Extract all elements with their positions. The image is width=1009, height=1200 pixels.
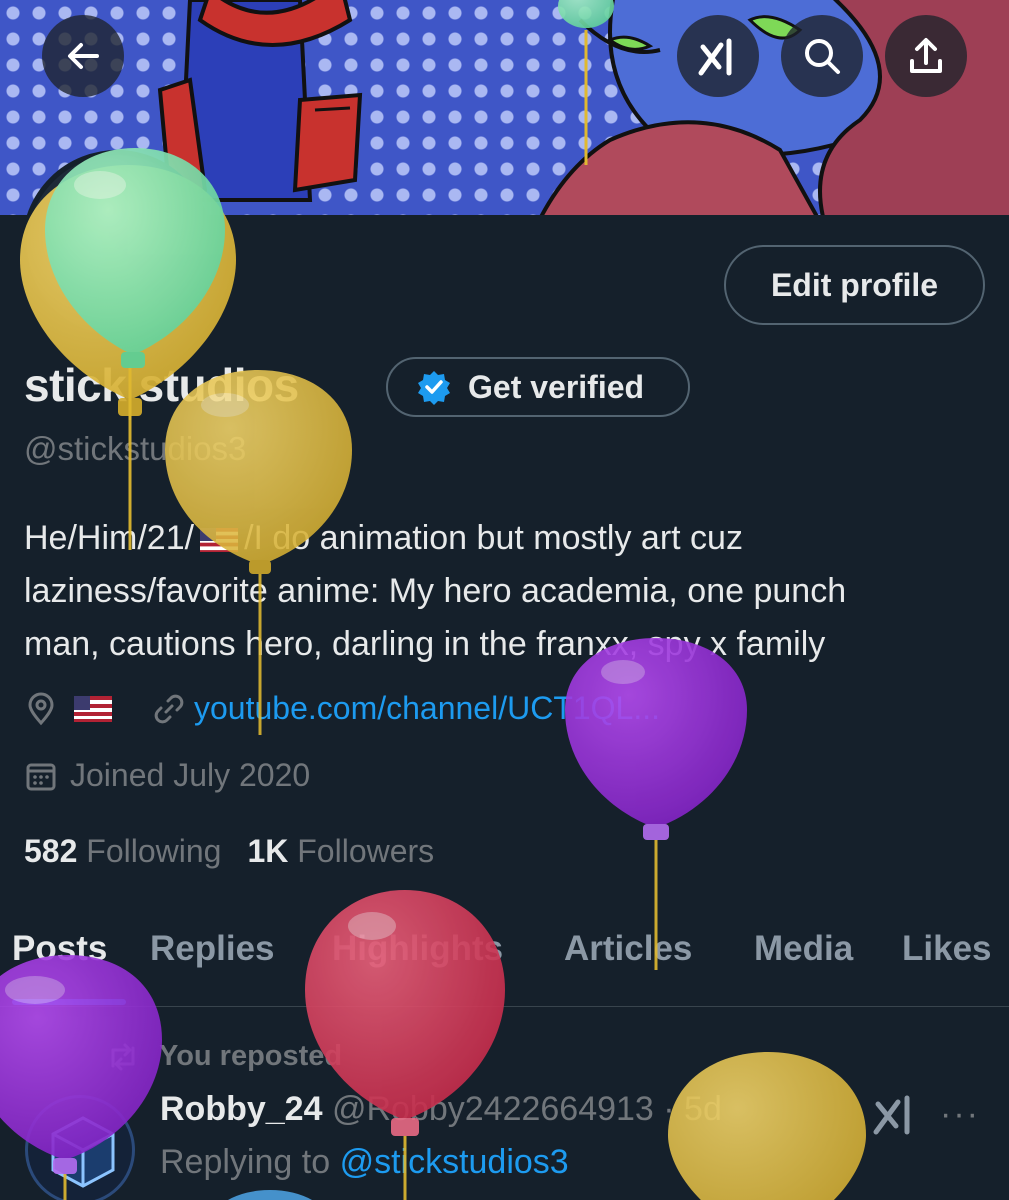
followers-label: Followers	[297, 833, 435, 869]
search-icon	[805, 39, 840, 74]
bio-text: He/Him/21/	[24, 519, 195, 557]
post-header: Robby_24 @Robby24226649​13 · 5d	[160, 1090, 722, 1129]
search-button[interactable]	[781, 15, 863, 97]
post-author-avatar[interactable]	[25, 1095, 135, 1200]
following-label: Following	[86, 833, 222, 869]
tab-replies[interactable]: Replies	[150, 929, 275, 969]
location-icon	[28, 692, 54, 725]
arrow-left-icon	[68, 43, 99, 69]
share-icon	[910, 38, 942, 73]
replying-handle-link[interactable]: @stickstudios3	[340, 1143, 569, 1181]
following-count: 582	[24, 833, 78, 869]
grok-icon	[698, 38, 732, 76]
profile-bio: He/Him/21/ /I do animation but mostly art…	[24, 512, 984, 671]
cube-logo-icon	[51, 1116, 115, 1188]
grok-icon	[873, 1095, 910, 1135]
tab-media[interactable]: Media	[754, 929, 853, 969]
profile-tabs: Posts Replies Highlights Articles Media …	[0, 925, 1009, 1007]
profile-avatar[interactable]	[22, 150, 212, 340]
link-icon	[154, 694, 184, 723]
display-name: stick studios	[24, 359, 299, 411]
verified-badge-icon	[418, 371, 450, 405]
tab-likes[interactable]: Likes	[902, 929, 992, 969]
followers-link[interactable]: 1K Followers	[247, 833, 434, 870]
profile-website-link[interactable]: youtube.com/channel/UCT1QL...	[194, 690, 660, 727]
bio-line-2: laziness/favorite anime: My hero academi…	[24, 572, 847, 610]
balloon-blue-1	[228, 1190, 312, 1200]
repost-indicator: You reposted	[105, 1040, 342, 1073]
bio-line-1: He/Him/21/ /I do animation but mostly art…	[24, 512, 984, 565]
follow-counts: 582 Following 1K Followers	[24, 833, 434, 870]
us-flag-emoji	[200, 528, 239, 552]
balloon-purple-1	[565, 638, 747, 970]
us-flag-icon	[74, 695, 112, 722]
profile-handle: @stickstudios3	[24, 430, 247, 467]
joined-label: Joined July 2020	[70, 757, 311, 793]
post-author-name[interactable]: Robby_24	[160, 1090, 323, 1128]
followers-count: 1K	[247, 833, 289, 869]
tab-highlights[interactable]: Highlights	[332, 929, 503, 969]
grok-button[interactable]	[677, 15, 759, 97]
bio-line-3: man, cautions hero, darling in the franx…	[24, 625, 826, 663]
replying-prefix: Replying to	[160, 1143, 331, 1181]
post-replying-to: Replying to @stickstudios3	[160, 1143, 569, 1182]
repost-icon	[111, 1043, 135, 1070]
tab-posts[interactable]: Posts	[12, 929, 107, 969]
share-button[interactable]	[885, 15, 967, 97]
edit-profile-button[interactable]: Edit profile	[724, 245, 985, 325]
joined-date: Joined July 2020	[24, 757, 310, 794]
get-verified-button[interactable]: Get verified	[386, 357, 690, 417]
post-more-button[interactable]: ···	[940, 1095, 980, 1134]
calendar-icon	[26, 763, 56, 790]
post-author-handle-time: @Robby24226649​13 · 5d	[331, 1090, 722, 1128]
get-verified-label: Get verified	[468, 368, 645, 405]
profile-meta: youtube.com/channel/UCT1QL...	[24, 690, 660, 727]
bio-text: /I do animation but mostly art cuz	[244, 519, 743, 557]
post-grok-button[interactable]	[870, 1090, 918, 1143]
following-link[interactable]: 582 Following	[24, 833, 221, 870]
back-button[interactable]	[42, 15, 124, 97]
tab-articles[interactable]: Articles	[564, 929, 692, 969]
active-tab-indicator	[12, 999, 126, 1005]
location-flag	[74, 695, 112, 722]
repost-label: You reposted	[159, 1040, 343, 1072]
